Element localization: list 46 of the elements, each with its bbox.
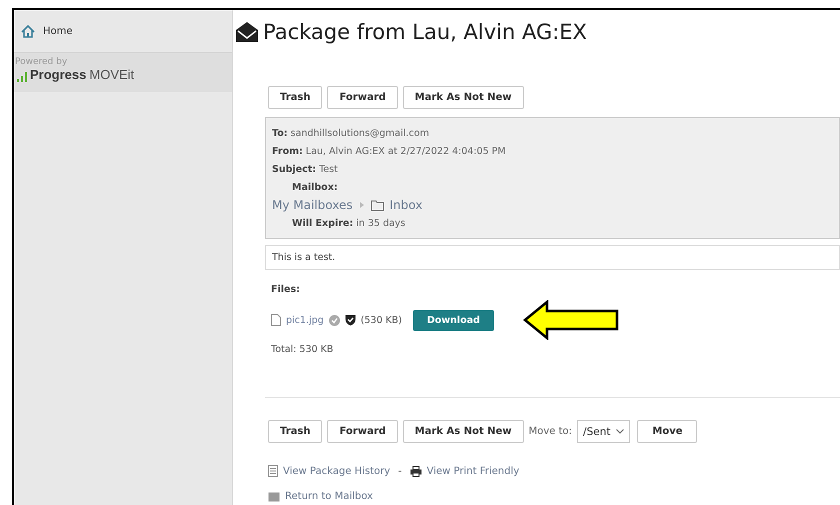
field-label: Will Expire: (292, 218, 354, 228)
action-button[interactable]: Forward (327, 420, 398, 443)
printer-icon (410, 466, 422, 476)
field-value: sandhillsolutions@gmail.com (290, 128, 430, 138)
message-body: This is a test. (265, 245, 840, 270)
check-circle-icon (328, 314, 340, 326)
file-size: (530 KB) (360, 314, 402, 326)
powered-by-text: Powered by (15, 57, 68, 67)
shield-icon (344, 314, 356, 326)
document-icon (268, 465, 278, 477)
action-button[interactable]: Trash (268, 86, 322, 109)
page-title: Package from Lau, Alvin AG:EX (263, 20, 587, 44)
link-separator: - (398, 466, 402, 476)
action-button[interactable]: Forward (327, 86, 398, 109)
action-button[interactable]: Mark As Not New (402, 420, 524, 443)
move-button[interactable]: Move (637, 420, 698, 443)
field-label: Subject: (272, 164, 316, 174)
files-label: Files: (271, 284, 301, 295)
files-total: Total: 530 KB (271, 344, 334, 355)
action-button[interactable]: Mark As Not New (402, 86, 524, 109)
mailbox-link[interactable]: Inbox (390, 198, 422, 212)
triangle-icon (358, 201, 365, 209)
envelope-icon (235, 21, 259, 43)
folder-dropdown[interactable]: /Sent (577, 420, 630, 443)
action-button[interactable]: Trash (268, 420, 322, 443)
move-to-label: Move to: (528, 426, 572, 437)
chevron-down-icon (616, 429, 624, 434)
file-icon (271, 314, 281, 326)
mailbox-link[interactable]: My Mailboxes (272, 198, 353, 212)
product-name: MOVEit (89, 67, 134, 82)
field-label: Mailbox: (292, 182, 338, 192)
field-label: From: (272, 146, 303, 156)
field-value: Test (319, 164, 338, 174)
return-link[interactable]: Return to Mailbox (285, 491, 373, 502)
page-link[interactable]: View Package History (283, 466, 390, 476)
download-button[interactable]: Download (412, 310, 494, 330)
arrow-icon (522, 300, 619, 340)
file-link[interactable]: pic1.jpg (286, 314, 324, 326)
brand-name: Progress (30, 67, 86, 82)
folder-icon (370, 200, 384, 210)
signal-logo-icon (15, 70, 29, 82)
house-icon (21, 24, 35, 38)
page-link[interactable]: View Print Friendly (426, 466, 520, 476)
field-value: in 35 days (356, 218, 406, 228)
field-label: To: (272, 128, 288, 138)
field-value: Lau, Alvin AG:EX at 2/27/2022 4:04:05 PM (306, 146, 506, 156)
